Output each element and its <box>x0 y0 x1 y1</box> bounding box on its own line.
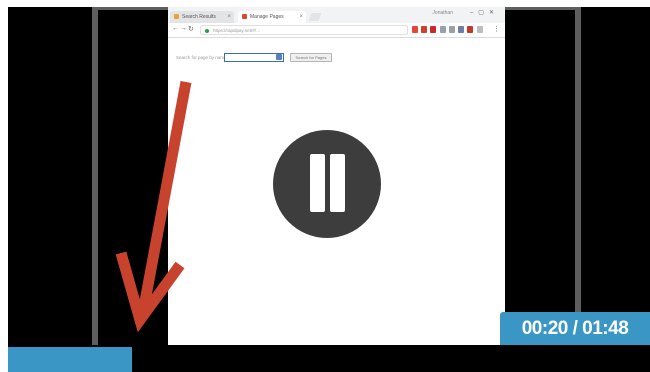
extension-icon <box>412 26 418 33</box>
search-pages-button: Search for Pages <box>290 53 332 62</box>
browser-tab-label: Search Results <box>182 14 216 20</box>
search-icon <box>276 54 282 60</box>
page-icon <box>242 14 247 19</box>
window-user-label: Jonathan <box>432 10 453 16</box>
browser-tabstrip: Search Results × Manage Pages × Jonathan… <box>168 7 505 23</box>
pause-icon <box>330 154 345 212</box>
pause-icon <box>310 154 325 212</box>
menu-icon: ⋮ <box>493 26 500 33</box>
extension-icon <box>458 26 464 33</box>
close-icon: × <box>227 14 231 20</box>
side-frame-left <box>92 7 168 345</box>
window-controls: –▢✕ <box>469 10 499 16</box>
time-display: 00:20 / 01:48 <box>500 312 650 345</box>
pause-button[interactable] <box>273 130 381 238</box>
extension-icon <box>440 26 446 33</box>
secure-icon <box>205 29 209 33</box>
browser-toolbar: ← → ↻ https://rapidpay.net/#/… ⋮ <box>168 23 505 38</box>
page-icon <box>174 14 179 19</box>
extension-icon <box>477 26 483 33</box>
progress-bar[interactable] <box>8 347 650 372</box>
browser-tab-1: Search Results × <box>170 11 234 23</box>
progress-fill <box>8 347 132 372</box>
extension-icon <box>467 26 473 33</box>
search-form: Search for page by name: Search for Page… <box>176 53 496 65</box>
extension-icon <box>449 26 455 33</box>
forward-icon: → <box>180 25 187 32</box>
search-form-label: Search for page by name: <box>176 55 228 60</box>
extension-icon <box>430 26 436 33</box>
search-input <box>224 53 284 62</box>
close-icon: × <box>299 14 303 20</box>
extension-icon <box>421 26 427 33</box>
back-icon: ← <box>172 25 179 32</box>
side-frame-right <box>505 7 581 345</box>
address-bar-url: https://rapidpay.net/#/… <box>213 28 261 33</box>
new-tab-icon <box>308 13 322 21</box>
address-bar: https://rapidpay.net/#/… <box>200 25 408 35</box>
reload-icon: ↻ <box>188 26 194 33</box>
browser-tab-2: Manage Pages × <box>238 11 306 23</box>
browser-tab-label: Manage Pages <box>250 14 284 20</box>
